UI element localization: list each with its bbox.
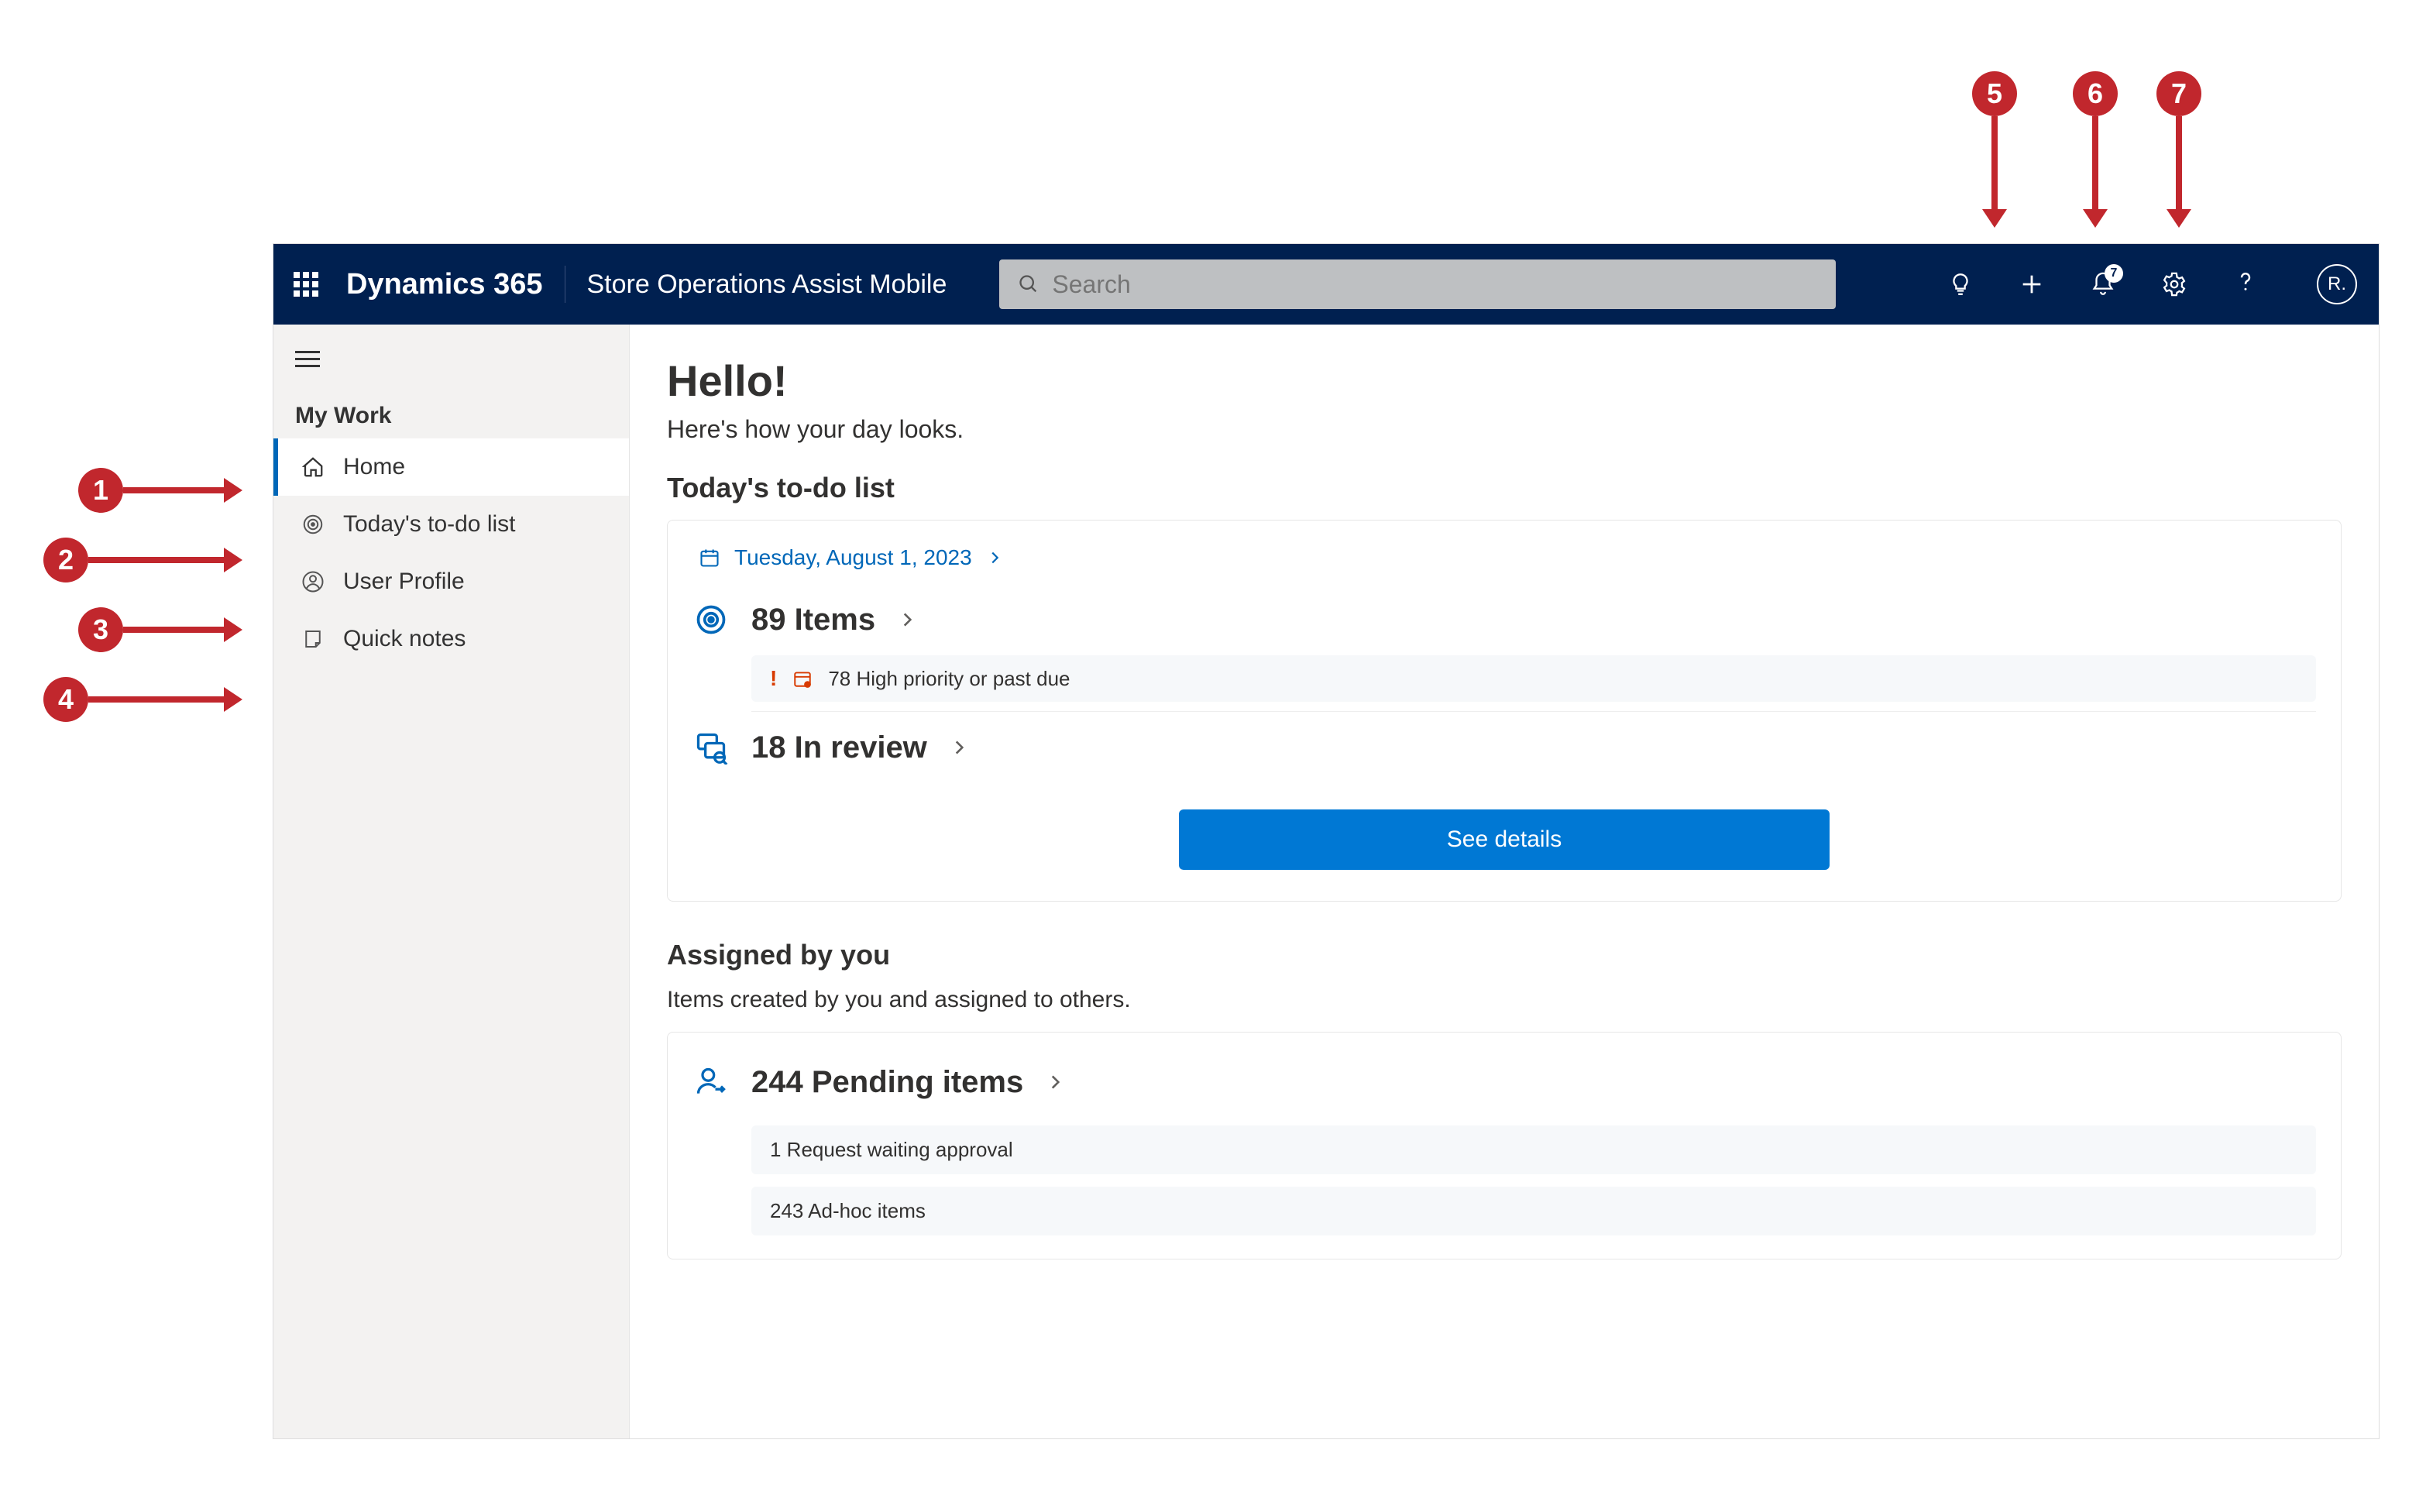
topbar: Dynamics 365 Store Operations Assist Mob… [273,244,2379,325]
see-details-button[interactable]: See details [1179,809,1830,870]
items-count-label: 89 Items [751,603,875,637]
sidebar-toggle[interactable] [273,334,629,384]
user-icon [300,569,326,595]
app-name: Store Operations Assist Mobile [587,270,947,300]
search-box[interactable] [999,259,1836,309]
todo-heading: Today's to-do list [667,472,2342,504]
alert-icon: ! [770,666,777,691]
sidebar-section-title: My Work [273,384,629,438]
app-launcher-icon[interactable] [287,266,325,303]
sidebar-item-label: Home [343,454,405,480]
target-icon [300,511,326,538]
notifications-icon[interactable]: 7 [2088,269,2118,300]
callout-5: 5 [1972,71,2017,116]
main-content: Hello! Here's how your day looks. Today'… [630,325,2379,1438]
chevron-right-icon [949,737,969,758]
assign-user-icon [692,1064,730,1101]
topbar-actions: 7 R. [1945,264,2357,304]
note-icon [300,626,326,652]
lightbulb-icon[interactable] [1945,269,1976,300]
sidebar: My Work Home Today's to-do list User Pro… [273,325,630,1438]
callout-7: 7 [2156,71,2201,116]
add-icon[interactable] [2016,269,2047,300]
todo-card: Tuesday, August 1, 2023 89 Items ! 78 Hi… [667,520,2342,902]
in-review-row[interactable]: 18 In review [692,716,2316,778]
callout-1: 1 [78,468,123,513]
date-label: Tuesday, August 1, 2023 [734,545,972,570]
settings-icon[interactable] [2159,269,2190,300]
sidebar-item-label: Today's to-do list [343,511,516,538]
callout-4: 4 [43,677,88,722]
help-icon[interactable] [2230,269,2261,300]
in-review-label: 18 In review [751,730,927,765]
calendar-icon [699,547,720,569]
search-icon [1018,273,1039,295]
overdue-calendar-icon [792,668,813,689]
product-brand: Dynamics 365 [346,268,543,301]
assigned-heading: Assigned by you [667,939,2342,971]
search-input[interactable] [1052,270,1817,299]
assigned-desc: Items created by you and assigned to oth… [667,987,2342,1013]
chevron-right-icon [1045,1072,1065,1092]
callout-6: 6 [2073,71,2118,116]
assigned-card: 244 Pending items 1 Request waiting appr… [667,1032,2342,1259]
app-window: Dynamics 365 Store Operations Assist Mob… [273,243,2380,1439]
sublist-item: 1 Request waiting approval [751,1125,2316,1174]
date-picker-row[interactable]: Tuesday, August 1, 2023 [692,539,2316,589]
user-avatar[interactable]: R. [2317,264,2357,304]
sidebar-item-home[interactable]: Home [273,438,629,496]
sidebar-item-todo[interactable]: Today's to-do list [273,496,629,553]
page-greeting: Hello! [667,356,2342,406]
sidebar-item-profile[interactable]: User Profile [273,553,629,610]
pending-row[interactable]: 244 Pending items [692,1051,2316,1113]
items-row[interactable]: 89 Items [692,589,2316,651]
chevron-right-icon [897,610,917,630]
callout-2: 2 [43,538,88,582]
chevron-right-icon [986,549,1003,566]
page-subtitle: Here's how your day looks. [667,415,2342,444]
high-priority-alert: ! 78 High priority or past due [751,655,2316,702]
sublist-item: 243 Ad-hoc items [751,1187,2316,1235]
pending-label: 244 Pending items [751,1065,1023,1100]
sidebar-item-label: Quick notes [343,626,466,652]
notification-badge: 7 [2105,264,2123,283]
bullseye-icon [692,601,730,638]
sidebar-item-label: User Profile [343,569,465,595]
review-icon [692,729,730,766]
divider [751,711,2316,712]
alert-text: 78 High priority or past due [828,667,1070,691]
callout-3: 3 [78,607,123,652]
home-icon [300,454,326,480]
sidebar-item-notes[interactable]: Quick notes [273,610,629,668]
